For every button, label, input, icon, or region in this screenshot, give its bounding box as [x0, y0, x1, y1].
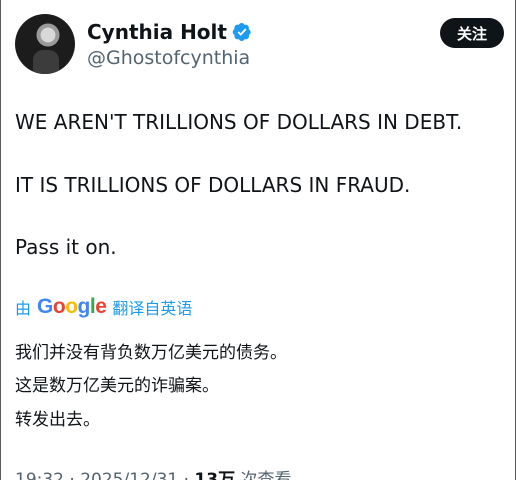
tweet-meta: 19:32 · 2025/12/31 · 13万 次查看	[15, 465, 292, 480]
translation-prefix: 由	[15, 299, 32, 318]
tweet-date[interactable]: 2025/12/31	[80, 470, 178, 480]
handle[interactable]: @Ghostofcynthia	[87, 46, 252, 70]
translation-attribution[interactable]: 由 Google 翻译自英语	[15, 295, 192, 319]
display-name[interactable]: Cynthia Holt	[87, 20, 227, 44]
translated-text-line: 我们并没有背负数万亿美元的债务。	[15, 343, 287, 363]
author-names: Cynthia Holt @Ghostofcynthia	[87, 20, 252, 70]
tweet-header: Cynthia Holt @Ghostofcynthia	[15, 14, 252, 74]
meta-separator: ·	[183, 470, 190, 480]
avatar[interactable]	[15, 14, 75, 74]
tweet-text-line: WE AREN'T TRILLIONS OF DOLLARS IN DEBT.	[15, 110, 463, 134]
views-count: 13万	[194, 470, 236, 480]
verified-badge-icon	[232, 22, 252, 42]
views-label: 次查看	[240, 470, 292, 480]
display-name-row: Cynthia Holt	[87, 20, 252, 44]
google-logo: Google	[37, 295, 107, 318]
translation-suffix: 翻译自英语	[112, 299, 193, 318]
tweet-text-line: Pass it on.	[15, 235, 117, 259]
tweet-card: Cynthia Holt @Ghostofcynthia 关注 WE AREN'…	[0, 0, 516, 480]
tweet-time[interactable]: 19:32	[15, 470, 64, 480]
translated-text-line: 转发出去。	[15, 410, 100, 430]
translated-text-line: 这是数万亿美元的诈骗案。	[15, 376, 219, 396]
meta-separator: ·	[69, 470, 75, 480]
follow-button[interactable]: 关注	[440, 18, 504, 48]
tweet-text-line: IT IS TRILLIONS OF DOLLARS IN FRAUD.	[15, 173, 411, 197]
